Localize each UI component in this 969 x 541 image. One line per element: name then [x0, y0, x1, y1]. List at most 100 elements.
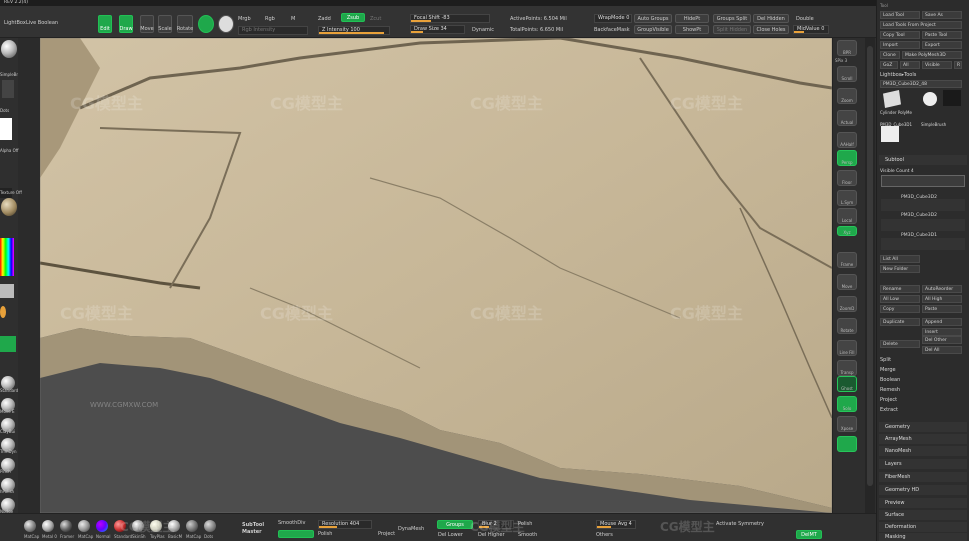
del-lower-button[interactable]: Del Lower [438, 532, 463, 538]
activate-symmetry-button[interactable]: Activate Symmetry [716, 521, 764, 527]
solo-button[interactable]: Solo [837, 396, 857, 412]
dynamic-button[interactable]: Dynamic [472, 27, 494, 33]
load-tools-from-project-button[interactable]: Load Tools From Project [880, 21, 962, 29]
canvas-viewport[interactable]: CG模型主 CG模型主 CG模型主 CG模型主 CG模型主 CG模型主 CG模型… [39, 36, 833, 514]
rgb-intensity-slider[interactable]: Rgb Intensity [238, 26, 308, 35]
make-polymesh-button[interactable]: Make PolyMesh3D [902, 51, 962, 59]
copy-button[interactable]: Copy [880, 305, 920, 313]
scale-button[interactable]: Scale [158, 15, 172, 33]
aahalf-button[interactable]: AAHalf [837, 132, 857, 148]
live-boolean-button[interactable]: Live Boolean [26, 20, 58, 26]
split-hidden-button[interactable]: Split Hidden [713, 25, 751, 34]
material-dots[interactable] [204, 520, 216, 532]
new-folder-button[interactable]: New Folder [880, 265, 920, 273]
simplebrush-thumbnail[interactable] [943, 90, 961, 106]
lightbox-tools-label[interactable]: Lightbox▸Tools [880, 71, 916, 79]
viewport-scrollbar[interactable] [865, 38, 875, 513]
zoom3d-button[interactable]: ZoomD [837, 296, 857, 312]
polish-button[interactable]: Polish [318, 531, 332, 537]
move-button[interactable]: Move [140, 15, 154, 33]
zadd-button[interactable]: Zadd [318, 16, 331, 22]
ghost-button[interactable]: Ghost [837, 376, 857, 392]
mouse-avg-slider[interactable]: Mouse Avg 4 [596, 520, 636, 529]
section-geometry[interactable]: Geometry [879, 422, 967, 432]
subtool-section[interactable]: Subtool [879, 155, 967, 165]
backface-mask-button[interactable]: BackfaceMask [594, 27, 630, 33]
current-tool-slider[interactable]: PM3D_Cube3D2_48 [880, 80, 962, 88]
all-low-button[interactable]: All Low [880, 295, 920, 303]
bpr-button[interactable]: BPR [837, 40, 857, 56]
del-hidden-button[interactable]: Del Hidden [753, 14, 789, 23]
goz-button[interactable]: GoZ [880, 61, 898, 69]
zcut-button[interactable]: Zcut [370, 16, 381, 22]
del-mt-button[interactable]: DelMT [796, 530, 822, 539]
double-button[interactable]: Double [796, 16, 814, 22]
edit-button[interactable]: Edit [98, 15, 112, 33]
smooth-div-button[interactable]: SmoothDiv [278, 520, 306, 526]
tool-thumbnail[interactable] [883, 90, 901, 108]
material-matcap-3[interactable] [186, 520, 198, 532]
xpose-button[interactable]: Xpose [837, 416, 857, 432]
wrap-mode-slider[interactable]: WrapMode 0 [594, 14, 632, 23]
groups-split-button[interactable]: Groups Split [713, 14, 751, 23]
auto-groups-button[interactable]: Auto Groups [634, 14, 672, 23]
section-preview[interactable]: Preview [879, 498, 967, 508]
material-thumbnail[interactable] [1, 198, 17, 216]
cylinder-thumbnail[interactable] [923, 92, 937, 106]
section-surface[interactable]: Surface [879, 510, 967, 520]
del-all-button[interactable]: Del All [922, 346, 962, 354]
material-metal[interactable] [42, 520, 54, 532]
boolean-item[interactable]: Boolean [880, 376, 900, 384]
line-fill-button[interactable]: Line Fill [837, 340, 857, 356]
resolution-slider[interactable]: Resolution 404 [318, 520, 372, 529]
lightbox-button[interactable]: LightBox [4, 20, 26, 26]
paste-button[interactable]: Paste [922, 305, 962, 313]
gradient-toggle-icon[interactable] [0, 306, 6, 318]
groups-button[interactable]: Groups [437, 520, 473, 529]
all-high-button[interactable]: All High [922, 295, 962, 303]
transp-button[interactable]: Transp [837, 360, 857, 376]
secondary-color[interactable] [0, 284, 14, 298]
duplicate-button[interactable]: Duplicate [880, 318, 920, 326]
xyz-button[interactable]: Xyz [837, 226, 857, 236]
section-deformation[interactable]: Deformation [879, 522, 967, 532]
insert-button[interactable]: Insert [922, 328, 962, 336]
switch-color-button[interactable] [0, 336, 16, 352]
brush-preview-icon[interactable] [218, 15, 234, 33]
frame-button[interactable]: Frame [837, 252, 857, 268]
append-button[interactable]: Append [922, 318, 962, 326]
floor-button[interactable]: Floor [837, 170, 857, 186]
merge-item[interactable]: Merge [880, 366, 896, 374]
paste-tool-button[interactable]: Paste Tool [922, 31, 962, 39]
project-item[interactable]: Project [880, 396, 897, 404]
divide-button[interactable] [278, 530, 314, 538]
gizmo-icon[interactable] [198, 15, 214, 33]
import-button[interactable]: Import [880, 41, 920, 49]
rgb-button[interactable]: Rgb [265, 16, 275, 22]
section-layers[interactable]: Layers [879, 459, 967, 469]
m-button[interactable]: M [291, 16, 295, 22]
clone-button[interactable]: Clone [880, 51, 900, 59]
mid-value-slider[interactable]: MidValue 0 [793, 25, 829, 34]
delete-button[interactable]: Delete [880, 340, 920, 348]
visible-button[interactable]: Visible [922, 61, 952, 69]
color-picker[interactable] [0, 238, 14, 276]
zsub-button[interactable]: Zsub [341, 13, 365, 22]
poly-button[interactable] [837, 436, 857, 452]
show-pt-button[interactable]: ShowPt [675, 25, 709, 34]
draw-size-slider[interactable]: Draw Size 34 [410, 25, 465, 34]
subtool-row-4[interactable] [881, 238, 965, 250]
alpha-thumbnail[interactable] [0, 118, 12, 140]
draw-button[interactable]: Draw [119, 15, 133, 33]
move-view-button[interactable]: Move [837, 274, 857, 290]
r-button[interactable]: R [954, 61, 962, 69]
section-nanomesh[interactable]: NanoMesh [879, 446, 967, 456]
hide-pt-button[interactable]: HidePt [675, 14, 709, 23]
del-other-button[interactable]: Del Other [922, 336, 962, 344]
group-visible-button[interactable]: GroupVisible [634, 25, 672, 34]
all-button[interactable]: All [900, 61, 920, 69]
focal-shift-slider[interactable]: Focal Shift -83 [410, 14, 490, 23]
save-as-button[interactable]: Save As [922, 11, 962, 19]
scroll-thumb[interactable] [867, 46, 873, 486]
subtool-row-2[interactable] [881, 199, 965, 211]
